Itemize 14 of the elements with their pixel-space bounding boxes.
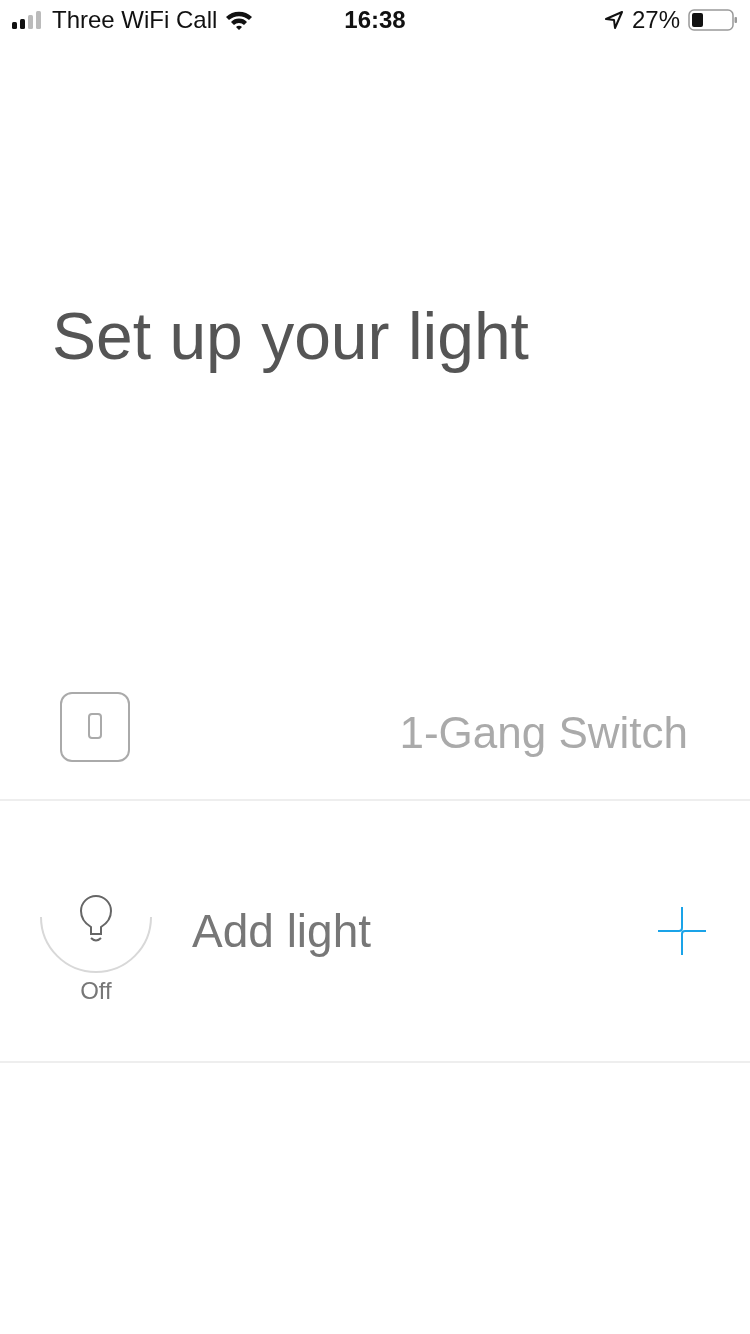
switch-icon xyxy=(60,692,130,762)
wifi-icon xyxy=(225,10,254,30)
carrier-name: Three WiFi Call xyxy=(52,6,218,34)
location-arrow-icon xyxy=(603,10,624,30)
add-light-label: Add light xyxy=(192,904,372,958)
clock-time: 16:38 xyxy=(344,6,406,34)
light-status: Off xyxy=(80,977,112,1005)
device-name: 1-Gang Switch xyxy=(399,708,688,758)
add-button[interactable] xyxy=(658,907,706,955)
page-title: Set up your light xyxy=(51,298,530,375)
signal-icon xyxy=(12,11,44,29)
plus-icon xyxy=(658,907,706,955)
battery-icon xyxy=(688,9,738,31)
battery-percent: 27% xyxy=(631,6,680,34)
